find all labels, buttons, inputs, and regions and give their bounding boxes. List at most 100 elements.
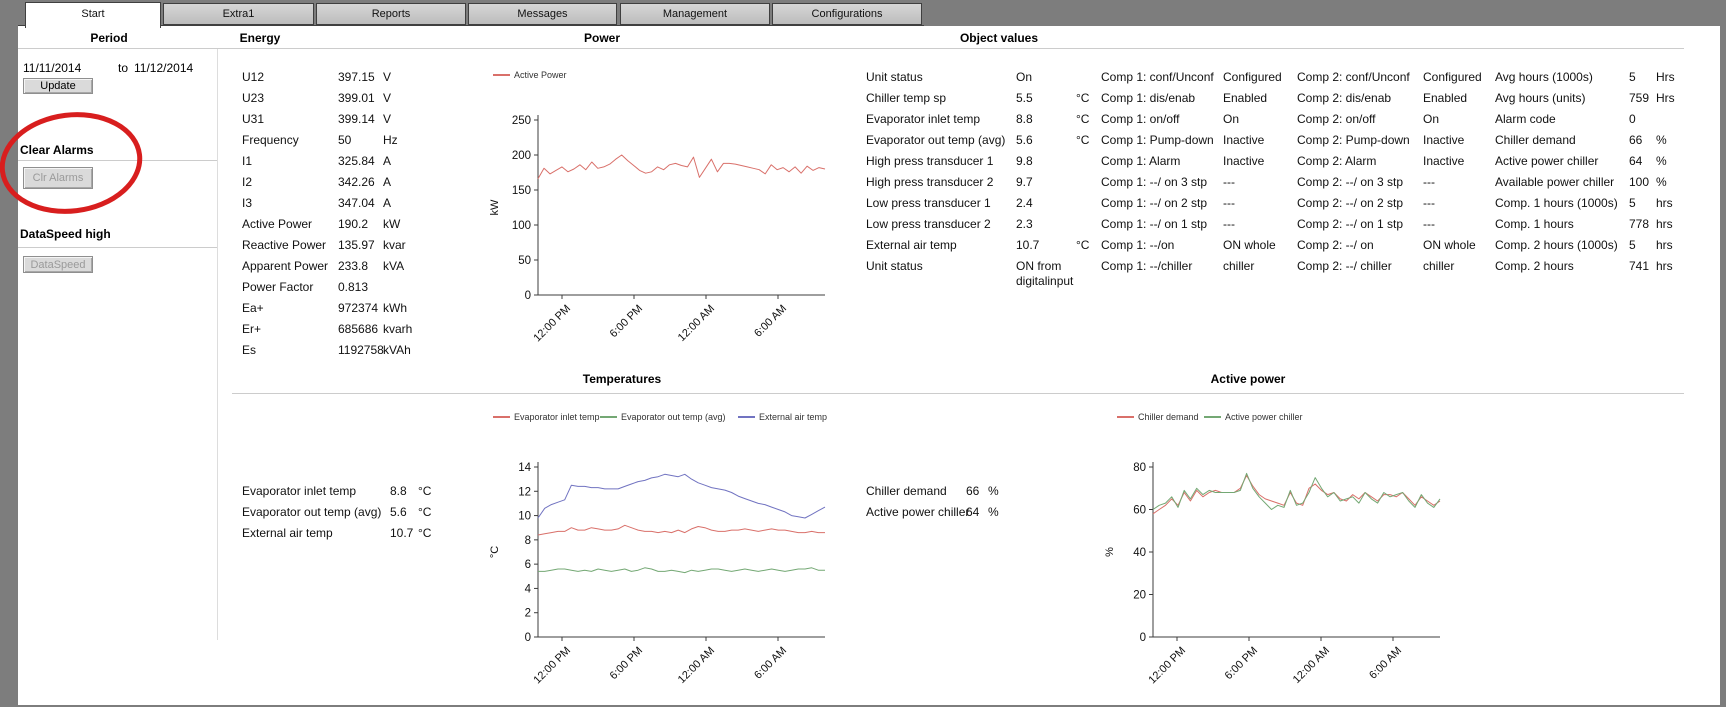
table-row: Low press transducer 12.4 (866, 193, 1100, 214)
svg-text:4: 4 (525, 583, 532, 595)
row-unit (1076, 67, 1100, 88)
table-row: Comp 1: Pump-downInactive (1101, 130, 1295, 151)
date-range-from[interactable]: 11/11/2014 (23, 61, 81, 75)
row-label: U12 (242, 67, 338, 88)
table-row: Comp 2: conf/UnconfConfigured (1297, 67, 1495, 88)
row-value: Configured (1223, 67, 1295, 88)
row-unit: A (383, 193, 391, 214)
row-label: Reactive Power (242, 235, 338, 256)
table-row: Comp 1: --/chillerchiller (1101, 256, 1295, 277)
row-value: 399.14 (338, 109, 383, 130)
row-value: 2.4 (1016, 193, 1076, 214)
row-label: Chiller temp sp (866, 88, 1016, 109)
svg-text:60: 60 (1133, 505, 1146, 517)
row-label: Comp. 2 hours (1000s) (1495, 235, 1629, 256)
svg-text:2: 2 (525, 608, 531, 620)
row-value: Inactive (1423, 151, 1495, 172)
svg-text:External air temp: External air temp (759, 412, 827, 422)
table-row: U12397.15V (242, 67, 412, 88)
row-value: 233.8 (338, 256, 383, 277)
divider (18, 48, 1684, 49)
svg-text:6:00 PM: 6:00 PM (1223, 645, 1260, 682)
tab-start[interactable]: Start (25, 2, 161, 28)
row-label: Chiller demand (1495, 130, 1629, 151)
dataspeed-heading: DataSpeed high (20, 227, 111, 241)
row-value: 347.04 (338, 193, 383, 214)
row-label: Active Power (242, 214, 338, 235)
svg-text:200: 200 (512, 150, 531, 162)
svg-text:Active Power: Active Power (514, 70, 567, 80)
date-range-to[interactable]: 11/12/2014 (134, 61, 193, 75)
row-label: Comp 2: --/ on (1297, 235, 1423, 256)
row-unit: % (1656, 172, 1667, 193)
svg-text:°C: °C (489, 546, 501, 558)
tab-extra1[interactable]: Extra1 (163, 3, 314, 25)
tab-configurations[interactable]: Configurations (772, 3, 922, 25)
row-label: External air temp (242, 523, 390, 544)
row-label: Available power chiller (1495, 172, 1629, 193)
row-unit (1076, 151, 1100, 172)
svg-text:6: 6 (525, 559, 531, 571)
row-value: 5 (1629, 193, 1656, 214)
table-row: Chiller demand66% (1495, 130, 1675, 151)
row-unit: °C (1076, 88, 1100, 109)
temperatures-chart: Evaporator inlet tempEvaporator out temp… (430, 400, 850, 695)
row-unit: A (383, 151, 391, 172)
clear-alarms-heading: Clear Alarms (20, 143, 94, 157)
row-value: 2.3 (1016, 214, 1076, 235)
table-row: Comp 2: dis/enabEnabled (1297, 88, 1495, 109)
row-label: Comp. 1 hours (1495, 214, 1629, 235)
row-label: Comp 2: --/ chiller (1297, 256, 1423, 277)
row-label: Evaporator out temp (avg) (242, 502, 390, 523)
row-label: Comp 1: --/chiller (1101, 256, 1223, 277)
object-values-group-hours: Avg hours (1000s)5HrsAvg hours (units)75… (1495, 67, 1675, 277)
row-label: Comp 1: --/ on 1 stp (1101, 214, 1223, 235)
row-value: 5 (1629, 235, 1656, 256)
section-header-power: Power (527, 31, 677, 45)
tab-reports[interactable]: Reports (316, 3, 466, 25)
row-unit: °C (1076, 130, 1100, 151)
object-values-group-comp1: Comp 1: conf/UnconfConfiguredComp 1: dis… (1101, 67, 1295, 277)
energy-table: U12397.15VU23399.01VU31399.14VFrequency5… (242, 67, 412, 361)
power-chart-svg: Active Power050100150200250kW12:00 PM6:0… (430, 55, 850, 355)
table-row: Comp 2: Pump-downInactive (1297, 130, 1495, 151)
row-label: High press transducer 1 (866, 151, 1016, 172)
row-label: Comp 1: Pump-down (1101, 130, 1223, 151)
row-label: High press transducer 2 (866, 172, 1016, 193)
row-value: 100 (1629, 172, 1656, 193)
table-row: Reactive Power135.97kvar (242, 235, 412, 256)
clr-alarms-button[interactable]: Clr Alarms (23, 167, 93, 189)
table-row: Comp 1: --/ on 3 stp--- (1101, 172, 1295, 193)
table-row: Alarm code0 (1495, 109, 1675, 130)
tab-management[interactable]: Management (620, 3, 770, 25)
row-value: On (1423, 109, 1495, 130)
table-row: Comp 2: --/ on 1 stp--- (1297, 214, 1495, 235)
table-row: Comp 1: --/onON whole (1101, 235, 1295, 256)
row-value: Inactive (1423, 130, 1495, 151)
table-row: Es1192758kVAh (242, 340, 412, 361)
row-unit: % (1656, 151, 1667, 172)
section-header-temperatures: Temperatures (547, 372, 697, 386)
date-range-to-label: to (118, 61, 128, 75)
update-button[interactable]: Update (23, 78, 93, 94)
table-row: I2342.26A (242, 172, 412, 193)
row-unit: V (383, 67, 391, 88)
row-label: Comp 1: --/ on 2 stp (1101, 193, 1223, 214)
row-value: 190.2 (338, 214, 383, 235)
row-value: --- (1423, 193, 1495, 214)
row-value: Enabled (1423, 88, 1495, 109)
dataspeed-button[interactable]: DataSpeed (23, 256, 93, 273)
svg-text:Evaporator inlet temp: Evaporator inlet temp (514, 412, 600, 422)
row-unit (1076, 256, 1100, 277)
table-row: Power Factor0.813 (242, 277, 412, 298)
row-label: Low press transducer 2 (866, 214, 1016, 235)
row-value: --- (1223, 214, 1295, 235)
row-unit: Hz (383, 130, 398, 151)
row-unit: kvar (383, 235, 406, 256)
row-value: On (1016, 67, 1076, 88)
row-label: Unit status (866, 67, 1016, 88)
tab-messages[interactable]: Messages (468, 3, 617, 25)
row-value: ON whole (1223, 235, 1295, 256)
svg-text:Chiller demand: Chiller demand (1138, 412, 1199, 422)
table-row: Comp. 1 hours (1000s)5hrs (1495, 193, 1675, 214)
